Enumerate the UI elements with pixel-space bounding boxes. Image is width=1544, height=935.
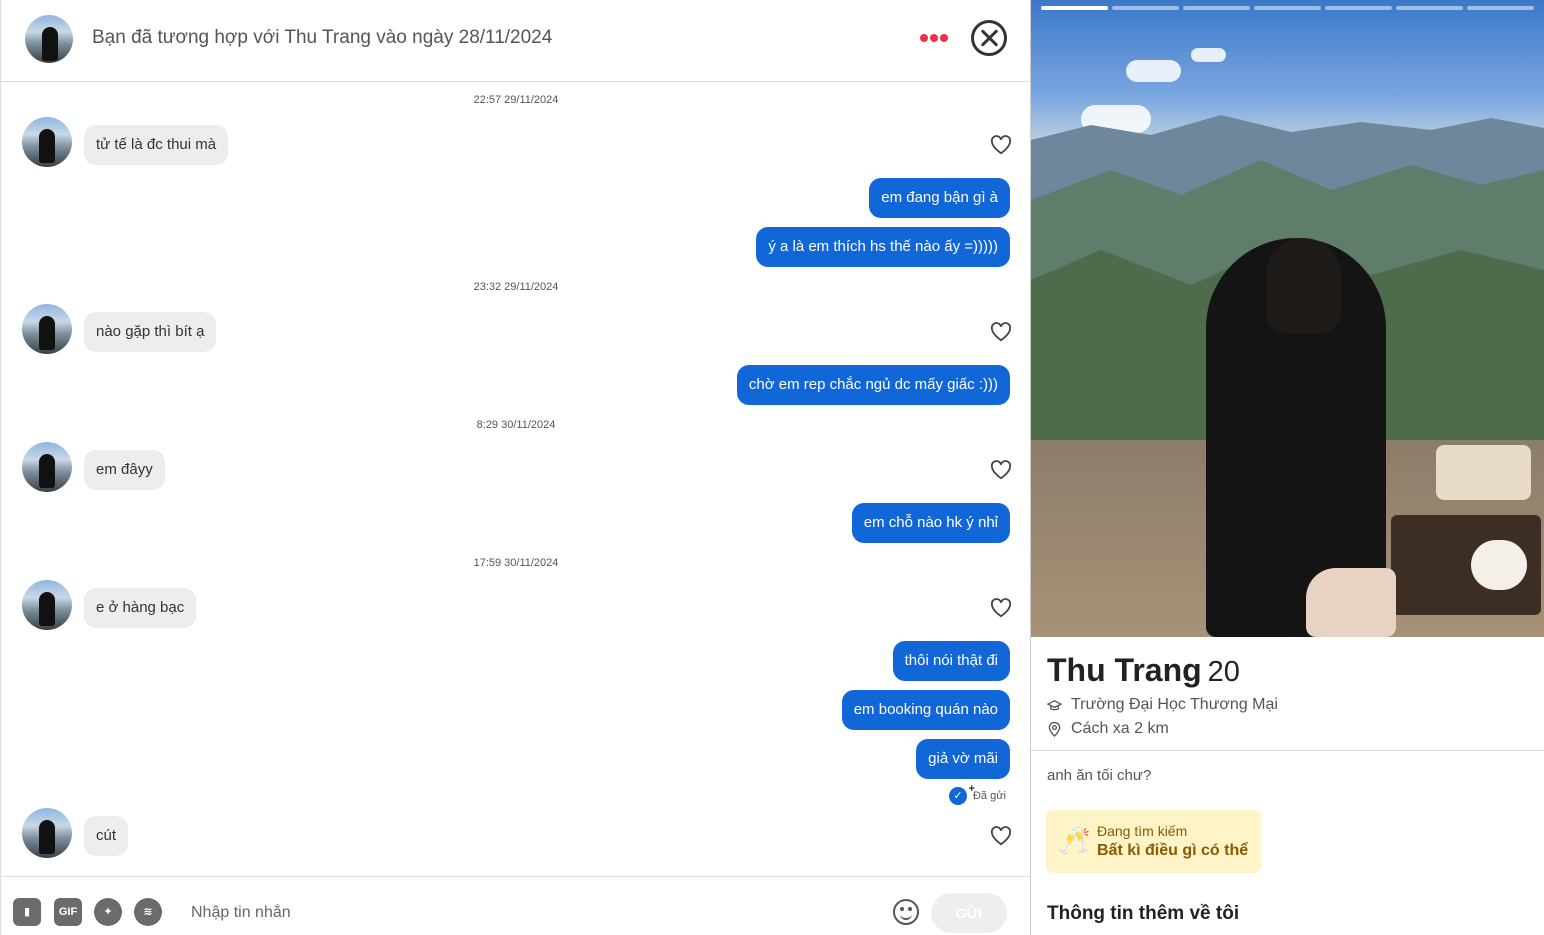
outgoing-message: thôi nói thật đi — [892, 641, 1010, 681]
like-heart-icon[interactable] — [990, 322, 1012, 342]
spotify-icon[interactable]: ≋ — [134, 898, 162, 926]
incoming-message: tử tế là đc thui mà — [84, 125, 229, 165]
app-root: Bạn đã tương hợp với Thu Trang vào ngày … — [0, 0, 1544, 935]
profile-age: 20 — [1207, 656, 1240, 688]
send-button[interactable]: GỬI — [931, 893, 1007, 933]
photo-progress-segment[interactable] — [1396, 6, 1463, 10]
profile-divider — [1031, 750, 1544, 751]
like-heart-icon[interactable] — [990, 460, 1012, 480]
profile-school-text: Trường Đại Học Thương Mại — [1071, 696, 1278, 713]
outgoing-message: em booking quán nào — [841, 690, 1010, 730]
outgoing-message: giả vờ mãi — [916, 739, 1010, 779]
smiley-icon[interactable] — [893, 899, 919, 925]
photo-progress-segment[interactable] — [1325, 6, 1392, 10]
incoming-message: cút — [84, 816, 129, 856]
photo-progress-segment[interactable] — [1041, 6, 1108, 10]
message-timestamp: 17:59 30/11/2024 — [473, 557, 559, 569]
gif-icon[interactable]: GIF — [54, 898, 82, 926]
photo-progress-segment[interactable] — [1467, 6, 1534, 10]
looking-for-value: Bất kì điều gì có thể — [1097, 842, 1249, 859]
profile-photo[interactable] — [1031, 0, 1544, 637]
sender-avatar[interactable] — [22, 117, 72, 167]
close-icon[interactable] — [971, 20, 1007, 56]
like-heart-icon[interactable] — [990, 135, 1012, 155]
outgoing-message: ý a là em thích hs thế nào ấy =))))) — [756, 227, 1010, 267]
outgoing-message: em đang bận gì à — [869, 178, 1010, 218]
photo-progress-segment[interactable] — [1112, 6, 1179, 10]
contact-card-icon[interactable]: ▮ — [13, 898, 41, 926]
sticker-icon[interactable]: ✦ — [94, 898, 122, 926]
message-timestamp: 23:32 29/11/2024 — [473, 281, 559, 293]
incoming-message: e ở hàng bạc — [84, 588, 197, 628]
incoming-message: em đâyy — [84, 450, 165, 490]
chat-header: Bạn đã tương hợp với Thu Trang vào ngày … — [1, 0, 1031, 82]
looking-for-card: 🥂 Đang tìm kiếm Bất kì điều gì có thể — [1046, 810, 1261, 873]
more-dots-icon[interactable] — [920, 29, 952, 47]
looking-for-label: Đang tìm kiếm — [1097, 823, 1188, 839]
message-composer: ▮ GIF ✦ ≋ GỬI — [1, 876, 1031, 935]
photo-progress — [1041, 6, 1534, 10]
location-pin-icon — [1048, 721, 1061, 737]
sent-status: ✓ Đã gửi — [948, 780, 1006, 805]
photo-progress-segment[interactable] — [1183, 6, 1250, 10]
outgoing-message: chờ em rep chắc ngủ dc mấy giấc :))) — [736, 365, 1010, 405]
profile-panel: Thu Trang 20 Trường Đại Học Thương Mại Cá… — [1031, 0, 1544, 935]
more-info-heading: Thông tin thêm về tôi — [1047, 903, 1240, 924]
like-heart-icon[interactable] — [990, 598, 1012, 618]
chat-panel: Bạn đã tương hợp với Thu Trang vào ngày … — [0, 0, 1031, 935]
header-avatar[interactable] — [25, 15, 73, 63]
sender-avatar[interactable] — [22, 808, 72, 858]
champagne-icon: 🥂 — [1058, 825, 1091, 855]
message-timestamp: 22:57 29/11/2024 — [473, 94, 559, 106]
profile-name: Thu Trang 20 — [1047, 652, 1240, 689]
sender-avatar[interactable] — [22, 304, 72, 354]
message-input[interactable] — [191, 899, 871, 927]
sender-avatar[interactable] — [22, 442, 72, 492]
sent-status-label: Đã gửi — [972, 790, 1006, 802]
sent-check-icon: ✓ — [948, 780, 975, 805]
outgoing-message: em chỗ nào hk ý nhỉ — [851, 503, 1010, 543]
like-heart-icon[interactable] — [990, 826, 1012, 846]
profile-name-text: Thu Trang — [1047, 652, 1202, 688]
message-timestamp: 8:29 30/11/2024 — [476, 419, 556, 431]
person-figure — [1206, 238, 1396, 637]
profile-school: Trường Đại Học Thương Mại — [1047, 696, 1278, 714]
incoming-message: nào gặp thì bít ạ — [84, 312, 217, 352]
profile-bio: anh ăn tối chư? — [1047, 767, 1152, 784]
photo-progress-segment[interactable] — [1254, 6, 1321, 10]
sender-avatar[interactable] — [22, 580, 72, 630]
profile-distance: Cách xa 2 km — [1047, 720, 1169, 738]
match-info-text: Bạn đã tương hợp với Thu Trang vào ngày … — [92, 27, 553, 48]
graduation-cap-icon — [1047, 699, 1062, 710]
profile-distance-text: Cách xa 2 km — [1071, 720, 1169, 737]
